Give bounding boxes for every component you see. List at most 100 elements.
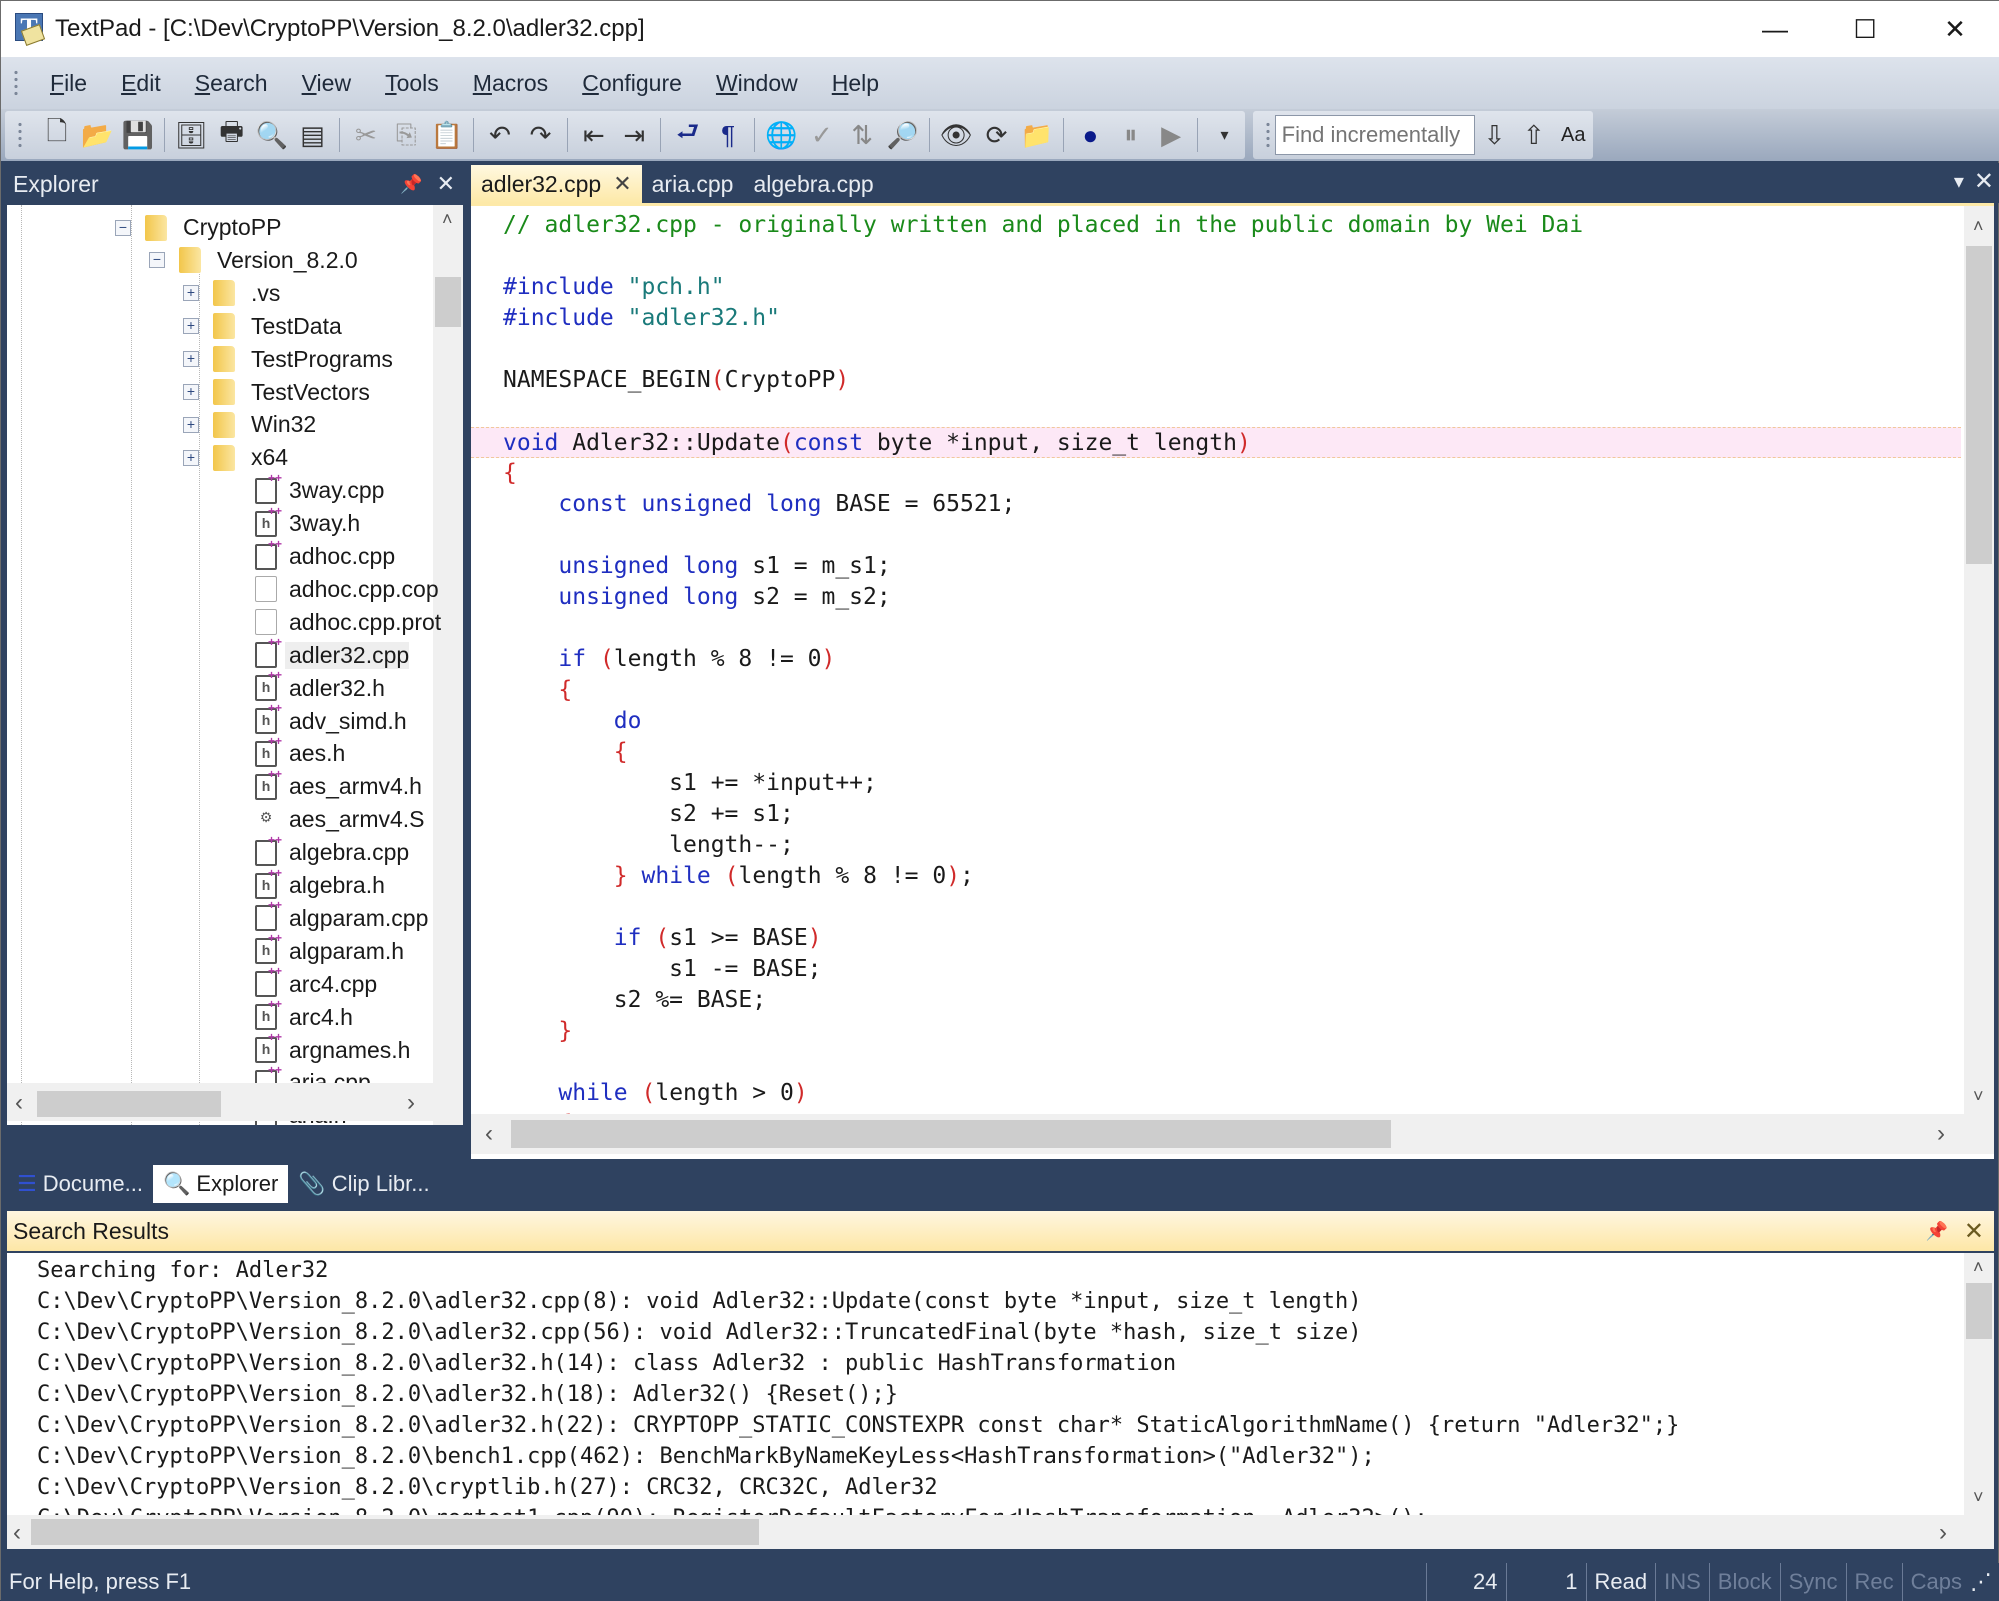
spelling-icon[interactable]: ✓	[803, 115, 841, 155]
tree-file[interactable]: h ++ adler32.h	[255, 669, 385, 705]
visible-spaces-icon[interactable]: ¶	[709, 115, 747, 155]
tree-file[interactable]: adhoc.cpp.cop	[255, 573, 439, 606]
expand-icon[interactable]: +	[183, 318, 199, 335]
scroll-up-icon[interactable]: ˄	[442, 209, 453, 230]
redo-icon[interactable]: ↷	[521, 115, 559, 155]
code-line[interactable]: #include "adler32.h"	[471, 303, 1961, 334]
resize-grip-icon[interactable]: ⋰	[1970, 1563, 1999, 1601]
close-explorer-icon[interactable]: ✕	[437, 171, 455, 197]
code-line[interactable]: do	[471, 706, 1961, 737]
find-icon[interactable]: 👁	[937, 115, 975, 155]
tree-folder[interactable]: + Win32	[183, 408, 316, 441]
menu-macros[interactable]: Macros	[456, 70, 565, 97]
code-line[interactable]: NAMESPACE_BEGIN(CryptoPP)	[471, 365, 1961, 396]
search-result-item[interactable]: C:\Dev\CryptoPP\Version_8.2.0\adler32.h(…	[37, 1379, 898, 1410]
tree-folder[interactable]: − Version_8.2.0	[149, 244, 358, 277]
results-horizontal-scrollbar[interactable]: ‹ ›	[7, 1515, 1994, 1549]
find-in-files-icon[interactable]: 📁	[1018, 115, 1056, 155]
panel-tab-documents[interactable]: ☰ Docume...	[7, 1165, 153, 1203]
search-result-item[interactable]: C:\Dev\CryptoPP\Version_8.2.0\regtest1.c…	[37, 1503, 1428, 1515]
tree-folder[interactable]: + TestData	[183, 310, 342, 343]
search-result-item[interactable]: C:\Dev\CryptoPP\Version_8.2.0\cryptlib.h…	[37, 1472, 938, 1503]
code-line[interactable]	[471, 613, 1961, 644]
scroll-right-icon[interactable]: ›	[1939, 1519, 1947, 1547]
indent-icon[interactable]: ⇥	[615, 115, 653, 155]
scroll-thumb[interactable]	[37, 1091, 221, 1117]
scroll-right-icon[interactable]: ›	[407, 1089, 415, 1117]
new-file-icon[interactable]: 🗋	[38, 115, 76, 155]
panel-tab-explorer[interactable]: 🔍 Explorer	[153, 1165, 289, 1203]
expand-icon[interactable]: +	[183, 416, 199, 433]
scroll-left-icon[interactable]: ‹	[15, 1089, 23, 1117]
tree-file[interactable]: ++ algparam.cpp	[255, 899, 428, 935]
code-area[interactable]: // adler32.cpp - originally written and …	[471, 206, 1961, 1114]
minimize-button[interactable]: —	[1730, 1, 1820, 57]
document-properties-icon[interactable]: ▤	[293, 115, 331, 155]
pin-icon[interactable]: 📌	[1925, 1221, 1947, 1242]
word-wrap-icon[interactable]: ⮐	[668, 115, 706, 155]
tree-file[interactable]: h ++ algparam.h	[255, 932, 404, 968]
replace-icon[interactable]: ⟳	[977, 115, 1015, 155]
compare-files-icon[interactable]: 🔎	[884, 115, 922, 155]
unindent-icon[interactable]: ⇤	[575, 115, 613, 155]
search-result-item[interactable]: C:\Dev\CryptoPP\Version_8.2.0\adler32.cp…	[37, 1286, 1362, 1317]
code-line[interactable]: unsigned long s1 = m_s1;	[471, 551, 1961, 582]
code-line[interactable]: while (length > 0)	[471, 1078, 1961, 1109]
code-line[interactable]	[471, 241, 1961, 272]
explorer-horizontal-scrollbar[interactable]: ‹ ›	[7, 1083, 463, 1121]
close-search-results-icon[interactable]: ✕	[1964, 1217, 1984, 1246]
code-line[interactable]: s2 += s1;	[471, 799, 1961, 830]
menu-search[interactable]: Search	[178, 70, 285, 97]
tree-file[interactable]: ++ adler32.cpp	[255, 636, 410, 672]
tree-file[interactable]: ++ algebra.cpp	[255, 834, 409, 869]
close-document-icon[interactable]: ✕	[1974, 167, 1994, 196]
document-tab[interactable]: aria.cpp	[642, 165, 744, 203]
scroll-thumb[interactable]	[1966, 246, 1992, 564]
cut-icon[interactable]: ✂	[347, 115, 385, 155]
close-window-button[interactable]: ✕	[1910, 1, 1999, 57]
match-case-icon[interactable]: Aa	[1555, 115, 1592, 155]
panel-tab-clip-library[interactable]: 📎 Clip Libr...	[288, 1165, 439, 1203]
play-macro-icon[interactable]: ▶	[1152, 115, 1190, 155]
code-line[interactable]: void Adler32::Update(const byte *input, …	[471, 427, 1961, 458]
tree-folder[interactable]: + TestVectors	[183, 376, 370, 409]
tree-folder[interactable]: + TestPrograms	[183, 343, 393, 376]
copy-icon[interactable]: ⎘	[387, 115, 425, 155]
results-vertical-scrollbar[interactable]: ˄ ˅	[1964, 1253, 1994, 1515]
toolbar-grip-icon[interactable]	[17, 121, 23, 149]
search-result-item[interactable]: C:\Dev\CryptoPP\Version_8.2.0\adler32.cp…	[37, 1317, 1362, 1348]
print-preview-icon[interactable]: 🔍	[253, 115, 291, 155]
tree-file[interactable]: adhoc.cpp.prot	[255, 606, 441, 639]
web-browser-icon[interactable]: 🌐	[762, 115, 800, 155]
tree-folder[interactable]: − CryptoPP	[115, 211, 281, 244]
collapse-icon[interactable]: −	[149, 252, 165, 269]
scroll-thumb[interactable]	[31, 1519, 759, 1545]
tree-file[interactable]: ++ arc4.cpp	[255, 965, 377, 1001]
expand-icon[interactable]: +	[183, 351, 199, 368]
tree-file[interactable]: h ++ adv_simd.h	[255, 702, 407, 738]
collapse-icon[interactable]: −	[115, 219, 131, 236]
scroll-thumb[interactable]	[511, 1120, 1391, 1148]
code-line[interactable]: s1 += *input++;	[471, 768, 1961, 799]
find-previous-icon[interactable]: ⇧	[1515, 115, 1552, 155]
print-icon[interactable]: 🖶	[212, 115, 250, 155]
save-icon[interactable]: 💾	[119, 115, 157, 155]
scroll-right-icon[interactable]: ›	[1937, 1120, 1945, 1148]
code-line[interactable]: if (s1 >= BASE)	[471, 923, 1961, 954]
code-line[interactable]: if (length % 8 != 0)	[471, 644, 1961, 675]
tab-list-dropdown-icon[interactable]: ▾	[1954, 169, 1964, 194]
menu-tools[interactable]: Tools	[368, 70, 456, 97]
document-tab[interactable]: adler32.cpp ✕	[471, 165, 642, 203]
manage-files-icon[interactable]: 🗄	[172, 115, 210, 155]
scroll-down-icon[interactable]: ˅	[1973, 1086, 1984, 1107]
search-result-item[interactable]: C:\Dev\CryptoPP\Version_8.2.0\bench1.cpp…	[37, 1441, 1375, 1472]
tree-file[interactable]: h ++ argnames.h	[255, 1031, 410, 1067]
code-line[interactable]	[471, 892, 1961, 923]
code-line[interactable]: {	[471, 675, 1961, 706]
code-line[interactable]	[471, 1047, 1961, 1078]
tree-file[interactable]: ⚙ aes_armv4.S	[255, 803, 425, 836]
tree-file[interactable]: ++ adhoc.cpp	[255, 538, 395, 573]
pause-macro-icon[interactable]: ⏸	[1112, 115, 1150, 155]
code-line[interactable]: // adler32.cpp - originally written and …	[471, 210, 1961, 241]
menu-help[interactable]: Help	[815, 70, 896, 97]
